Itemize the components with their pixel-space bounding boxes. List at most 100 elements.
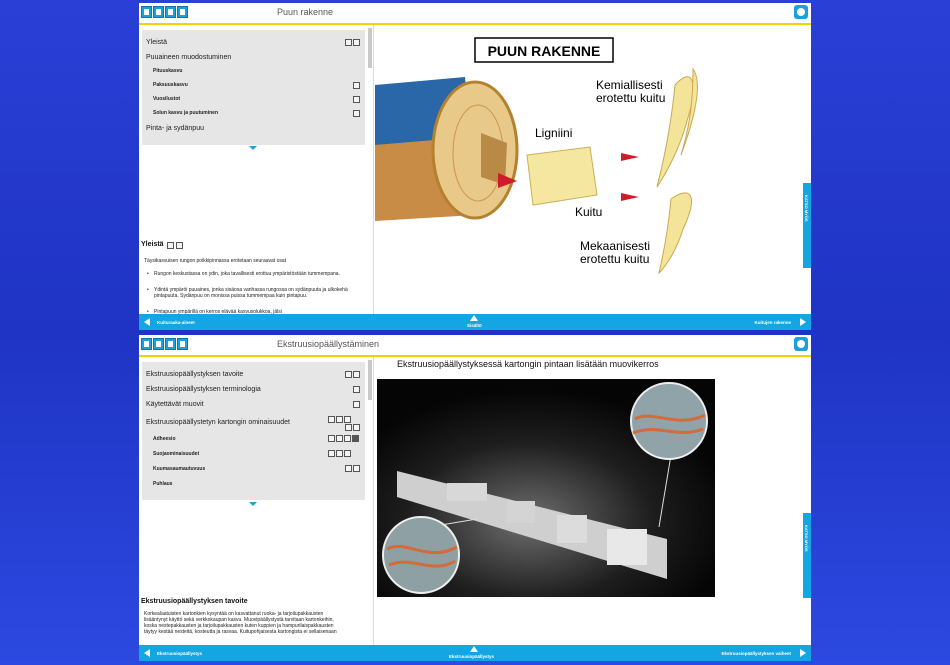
image-icon[interactable] — [344, 435, 351, 442]
left-column: Ekstruusiopäällystyksen tavoite Ekstruus… — [139, 357, 373, 645]
nav-center-link[interactable]: Sisältö — [467, 323, 482, 328]
toc-item-yleista[interactable]: Yleistä — [146, 39, 167, 46]
image-icon[interactable] — [353, 465, 360, 472]
column-divider — [373, 357, 374, 645]
table-of-contents: Yleistä Puuaineen muodostuminen Pituuska… — [142, 30, 365, 145]
label-chemical-1: Kemiallisesti — [596, 78, 663, 92]
image-icon[interactable] — [336, 450, 343, 457]
bottom-nav: Kuitu­raaka-aineet Sisältö Kuitujen rake… — [139, 314, 811, 330]
search-icon[interactable] — [165, 6, 176, 18]
panel-puun-rakenne: Puun rakenne Yleistä Puuaineen muodostum… — [139, 3, 811, 330]
side-tab[interactable]: KATSO MYÖS — [803, 183, 811, 268]
image-icon[interactable] — [353, 371, 360, 378]
nav-center-link[interactable]: Ekstruusiopäällystys — [449, 654, 494, 659]
chevron-down-icon[interactable] — [249, 146, 257, 150]
arrow-icon — [621, 153, 639, 161]
image-icon[interactable] — [328, 416, 335, 423]
doc-icon[interactable] — [167, 242, 174, 249]
page-title: Puun rakenne — [277, 7, 334, 17]
image-icon[interactable] — [345, 424, 352, 431]
table-of-contents: Ekstruusiopäällystyksen tavoite Ekstruus… — [142, 362, 365, 500]
arrow-left-icon[interactable] — [144, 649, 150, 657]
image-icon[interactable] — [344, 416, 351, 423]
arrow-up-icon[interactable] — [470, 315, 478, 321]
logo-icon[interactable] — [794, 5, 808, 19]
doc-icon[interactable] — [176, 242, 183, 249]
image-icon[interactable] — [336, 435, 343, 442]
nav-prev-link[interactable]: Ekstruusiopäällystys — [157, 651, 202, 656]
image-icon[interactable] — [336, 416, 343, 423]
fiber-bundle — [526, 146, 598, 206]
arrow-right-icon[interactable] — [800, 318, 806, 326]
nav-next-link[interactable]: Kuitujen rakenne — [754, 320, 791, 325]
toc-item-kuumasaumautuvuus[interactable]: Kuumasaumautuvuus — [153, 466, 205, 472]
page-title: Ekstruusiopäällystäminen — [277, 339, 380, 349]
image-icon[interactable] — [344, 450, 351, 457]
chevron-down-icon[interactable] — [249, 502, 257, 506]
doc-icon[interactable] — [345, 39, 352, 46]
bookmark-icon[interactable] — [177, 338, 188, 350]
toc-item-tavoite[interactable]: Ekstruusiopäällystyksen tavoite — [146, 371, 243, 378]
paragraph-text: Korkealaatuisten kartonkien kysyntää on … — [144, 611, 337, 635]
home-icon[interactable] — [141, 6, 152, 18]
figure-title: PUUN RAKENNE — [488, 43, 601, 59]
toc-item-paksuuskasvu[interactable]: Paksuuskasvu — [153, 82, 188, 88]
figure-title: Ekstruusiopäällystyksessä kartongin pint… — [397, 359, 659, 369]
toc-item-puhlaus[interactable]: Puhlaus — [153, 481, 172, 487]
toc-item-suojaominaisuudet[interactable]: Suojaominaisuudet — [153, 451, 199, 457]
doc-icon[interactable] — [353, 110, 360, 117]
top-toolbar: Puun rakenne — [139, 3, 811, 25]
toc-item-solun-kasvu[interactable]: Solun kasvu ja puutuminen — [153, 110, 218, 116]
section-heading: Yleistä — [141, 241, 164, 248]
image-icon[interactable] — [353, 386, 360, 393]
toc-item-ominaisuudet[interactable]: Ekstruusiopäällystetyn kartongin ominais… — [146, 419, 290, 426]
arrow-up-icon[interactable] — [470, 646, 478, 652]
figure-area: Ekstruusiopäällystyksessä kartongin pint… — [375, 357, 811, 645]
toc-item-vuosilustot[interactable]: Vuosilustot — [153, 96, 180, 102]
toc-item-terminologia[interactable]: Ekstruusiopäällystyksen terminologia — [146, 386, 261, 393]
image-icon[interactable] — [353, 424, 360, 431]
extrusion-machine-image — [377, 379, 715, 597]
book-icon[interactable] — [153, 6, 164, 18]
book-icon[interactable] — [153, 338, 164, 350]
logo-icon[interactable] — [794, 337, 808, 351]
list-item: Rungon keskustassa on ydin, joka tavalli… — [147, 271, 364, 277]
toc-item-adheesio[interactable]: Adheesio — [153, 436, 176, 442]
machine-unit — [447, 483, 487, 501]
arrow-icon — [621, 193, 639, 201]
toc-scrollbar[interactable] — [368, 28, 372, 68]
image-icon[interactable] — [353, 401, 360, 408]
image-icon[interactable] — [328, 450, 335, 457]
image-icon[interactable] — [345, 371, 352, 378]
wood-structure-figure: PUUN RAKENNE Kemiallisesti erotettu kuit… — [375, 37, 698, 275]
nav-next-link[interactable]: Ekstruusiopäällystyksen vaiheet — [721, 651, 791, 656]
toc-item-puuaineen[interactable]: Puuaineen muodostuminen — [146, 54, 231, 61]
detail-magnifier — [382, 516, 460, 594]
play-icon[interactable] — [352, 435, 359, 442]
side-tab-label: KATSO MYÖS — [804, 525, 809, 552]
machine-unit — [607, 529, 647, 565]
left-column: Yleistä Puuaineen muodostuminen Pituuska… — [139, 25, 373, 315]
arrow-right-icon[interactable] — [800, 649, 806, 657]
toolbar-icons — [141, 6, 188, 18]
toc-item-pituuskasvu[interactable]: Pituuskasvu — [153, 68, 182, 74]
image-icon[interactable] — [345, 465, 352, 472]
image-icon[interactable] — [328, 435, 335, 442]
toc-item-muovit[interactable]: Käytettävät muovit — [146, 401, 204, 408]
nav-prev-link[interactable]: Kuitu­raaka-aineet — [157, 320, 195, 325]
toc-scrollbar[interactable] — [368, 360, 372, 400]
search-icon[interactable] — [165, 338, 176, 350]
toc-item-pinta-ja-sydanpuu[interactable]: Pinta- ja sydänpuu — [146, 125, 204, 132]
arrow-left-icon[interactable] — [144, 318, 150, 326]
machine-unit — [557, 515, 587, 543]
machine-unit — [507, 501, 535, 523]
list-item: Ydintä ympäröi puuaines, jonka sisäosa v… — [147, 287, 364, 299]
side-tab[interactable]: KATSO MYÖS — [803, 513, 811, 598]
doc-icon[interactable] — [353, 39, 360, 46]
panel-ekstruusio: Ekstruusiopäällystäminen Ekstruusiopääll… — [139, 335, 811, 661]
doc-icon[interactable] — [353, 96, 360, 103]
home-icon[interactable] — [141, 338, 152, 350]
bottom-nav: Ekstruusiopäällystys Ekstruusiopäällysty… — [139, 645, 811, 661]
doc-icon[interactable] — [353, 82, 360, 89]
bookmark-icon[interactable] — [177, 6, 188, 18]
